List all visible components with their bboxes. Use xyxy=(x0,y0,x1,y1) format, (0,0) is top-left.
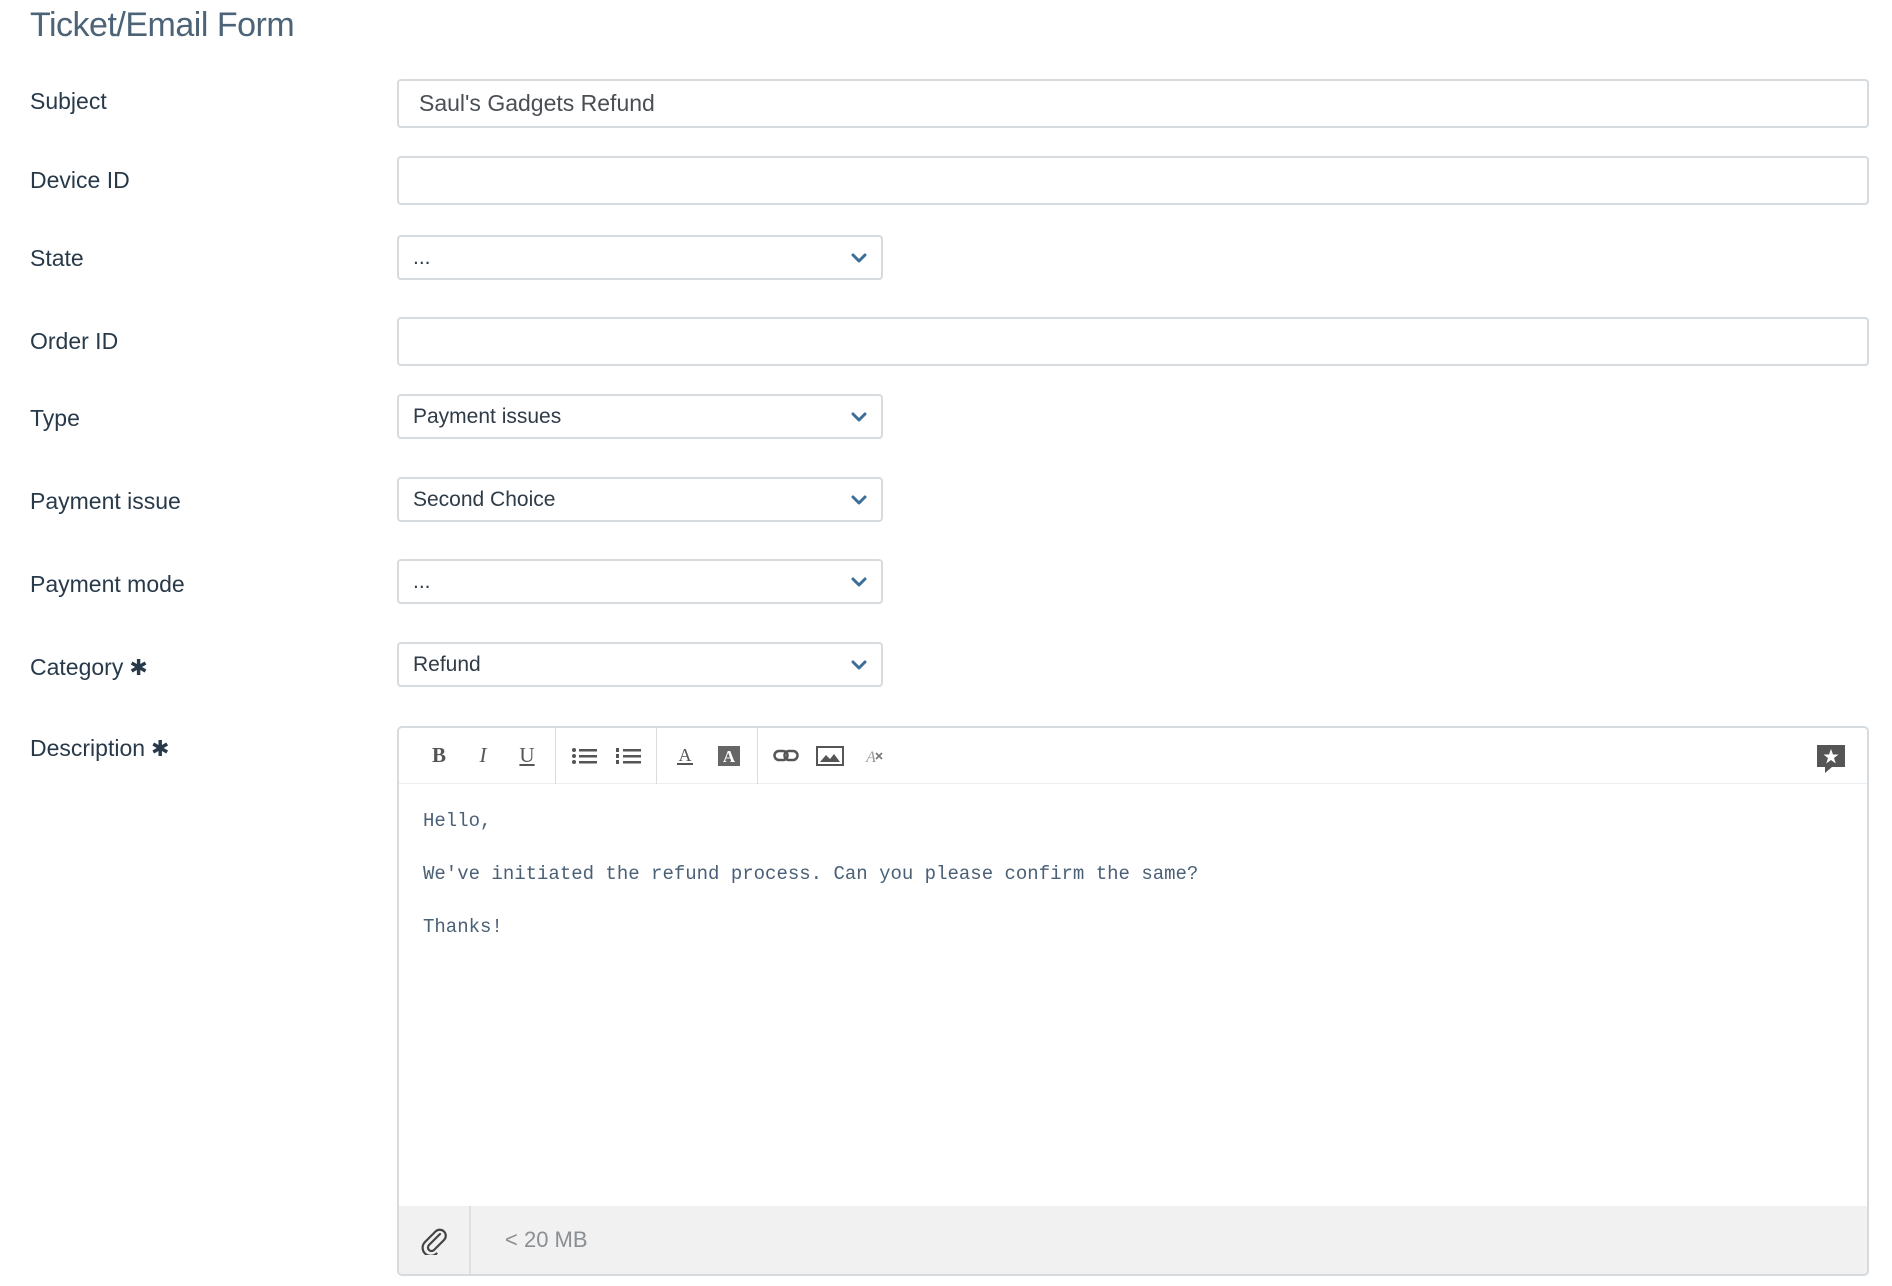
type-value: Payment issues xyxy=(413,404,562,428)
macro-icon xyxy=(1817,745,1845,773)
chevron-down-icon xyxy=(851,494,867,506)
device-id-input[interactable] xyxy=(397,156,1869,205)
description-label: Description ✱ xyxy=(30,735,169,762)
chevron-down-icon xyxy=(851,411,867,423)
chevron-down-icon xyxy=(851,252,867,264)
chevron-down-icon xyxy=(851,576,867,588)
device-id-label: Device ID xyxy=(30,167,130,193)
background-color-button[interactable]: A xyxy=(707,736,751,776)
description-editor[interactable]: B I U A A A Hello, We've initiated the r… xyxy=(397,726,1869,1276)
description-line: Thanks! xyxy=(423,916,503,938)
chevron-down-icon xyxy=(851,659,867,671)
payment-issue-value: Second Choice xyxy=(413,487,556,511)
description-line: We've initiated the refund process. Can … xyxy=(423,863,1199,885)
type-label: Type xyxy=(30,405,80,431)
state-select[interactable]: ... xyxy=(397,235,883,280)
subject-input[interactable]: Saul's Gadgets Refund xyxy=(397,79,1869,128)
payment-mode-select[interactable]: ... xyxy=(397,559,883,604)
type-select[interactable]: Payment issues xyxy=(397,394,883,439)
image-icon xyxy=(816,745,844,766)
text-color-button[interactable]: A xyxy=(663,736,707,776)
description-line: Hello, xyxy=(423,810,492,832)
attach-button[interactable] xyxy=(399,1206,471,1274)
link-button[interactable] xyxy=(764,736,808,776)
clear-format-button[interactable]: A xyxy=(852,736,896,776)
underline-button[interactable]: U xyxy=(505,736,549,776)
svg-text:A: A xyxy=(865,749,876,765)
order-id-input[interactable] xyxy=(397,317,1869,366)
toolbar-group-colors: A A xyxy=(657,728,758,784)
svg-text:A: A xyxy=(723,747,736,766)
page-title: Ticket/Email Form xyxy=(30,6,295,44)
background-color-icon: A xyxy=(718,745,740,766)
toolbar-group-lists xyxy=(556,728,657,784)
clear-format-icon: A xyxy=(865,749,883,765)
payment-issue-select[interactable]: Second Choice xyxy=(397,477,883,522)
numbered-list-icon xyxy=(616,747,641,764)
svg-text:A: A xyxy=(679,745,692,765)
italic-button[interactable]: I xyxy=(461,736,505,776)
image-button[interactable] xyxy=(808,736,852,776)
category-value: Refund xyxy=(413,652,481,676)
paperclip-icon xyxy=(421,1228,447,1255)
attachment-bar: < 20 MB xyxy=(399,1206,1867,1274)
subject-label: Subject xyxy=(30,88,107,114)
editor-toolbar: B I U A A A xyxy=(399,728,1867,784)
bulleted-list-icon xyxy=(572,747,597,764)
required-mark: ✱ xyxy=(129,655,148,680)
payment-mode-value: ... xyxy=(413,569,431,593)
macro-button[interactable] xyxy=(1815,742,1847,774)
link-icon xyxy=(773,749,799,761)
payment-mode-label: Payment mode xyxy=(30,571,185,597)
state-value: ... xyxy=(413,245,431,269)
toolbar-group-format: B I U xyxy=(411,728,556,784)
text-color-icon: A xyxy=(677,745,693,765)
description-label-text: Description xyxy=(30,735,146,761)
subject-value: Saul's Gadgets Refund xyxy=(419,90,655,116)
order-id-label: Order ID xyxy=(30,328,119,354)
category-select[interactable]: Refund xyxy=(397,642,883,687)
category-label: Category ✱ xyxy=(30,654,148,681)
attachment-size-limit: < 20 MB xyxy=(505,1227,588,1252)
bulleted-list-button[interactable] xyxy=(562,736,606,776)
category-label-text: Category xyxy=(30,654,124,680)
bold-button[interactable]: B xyxy=(417,736,461,776)
numbered-list-button[interactable] xyxy=(606,736,650,776)
payment-issue-label: Payment issue xyxy=(30,488,181,514)
toolbar-group-insert: A xyxy=(758,728,902,784)
state-label: State xyxy=(30,245,84,271)
description-body[interactable]: Hello, We've initiated the refund proces… xyxy=(423,808,1843,967)
required-mark: ✱ xyxy=(151,736,170,761)
